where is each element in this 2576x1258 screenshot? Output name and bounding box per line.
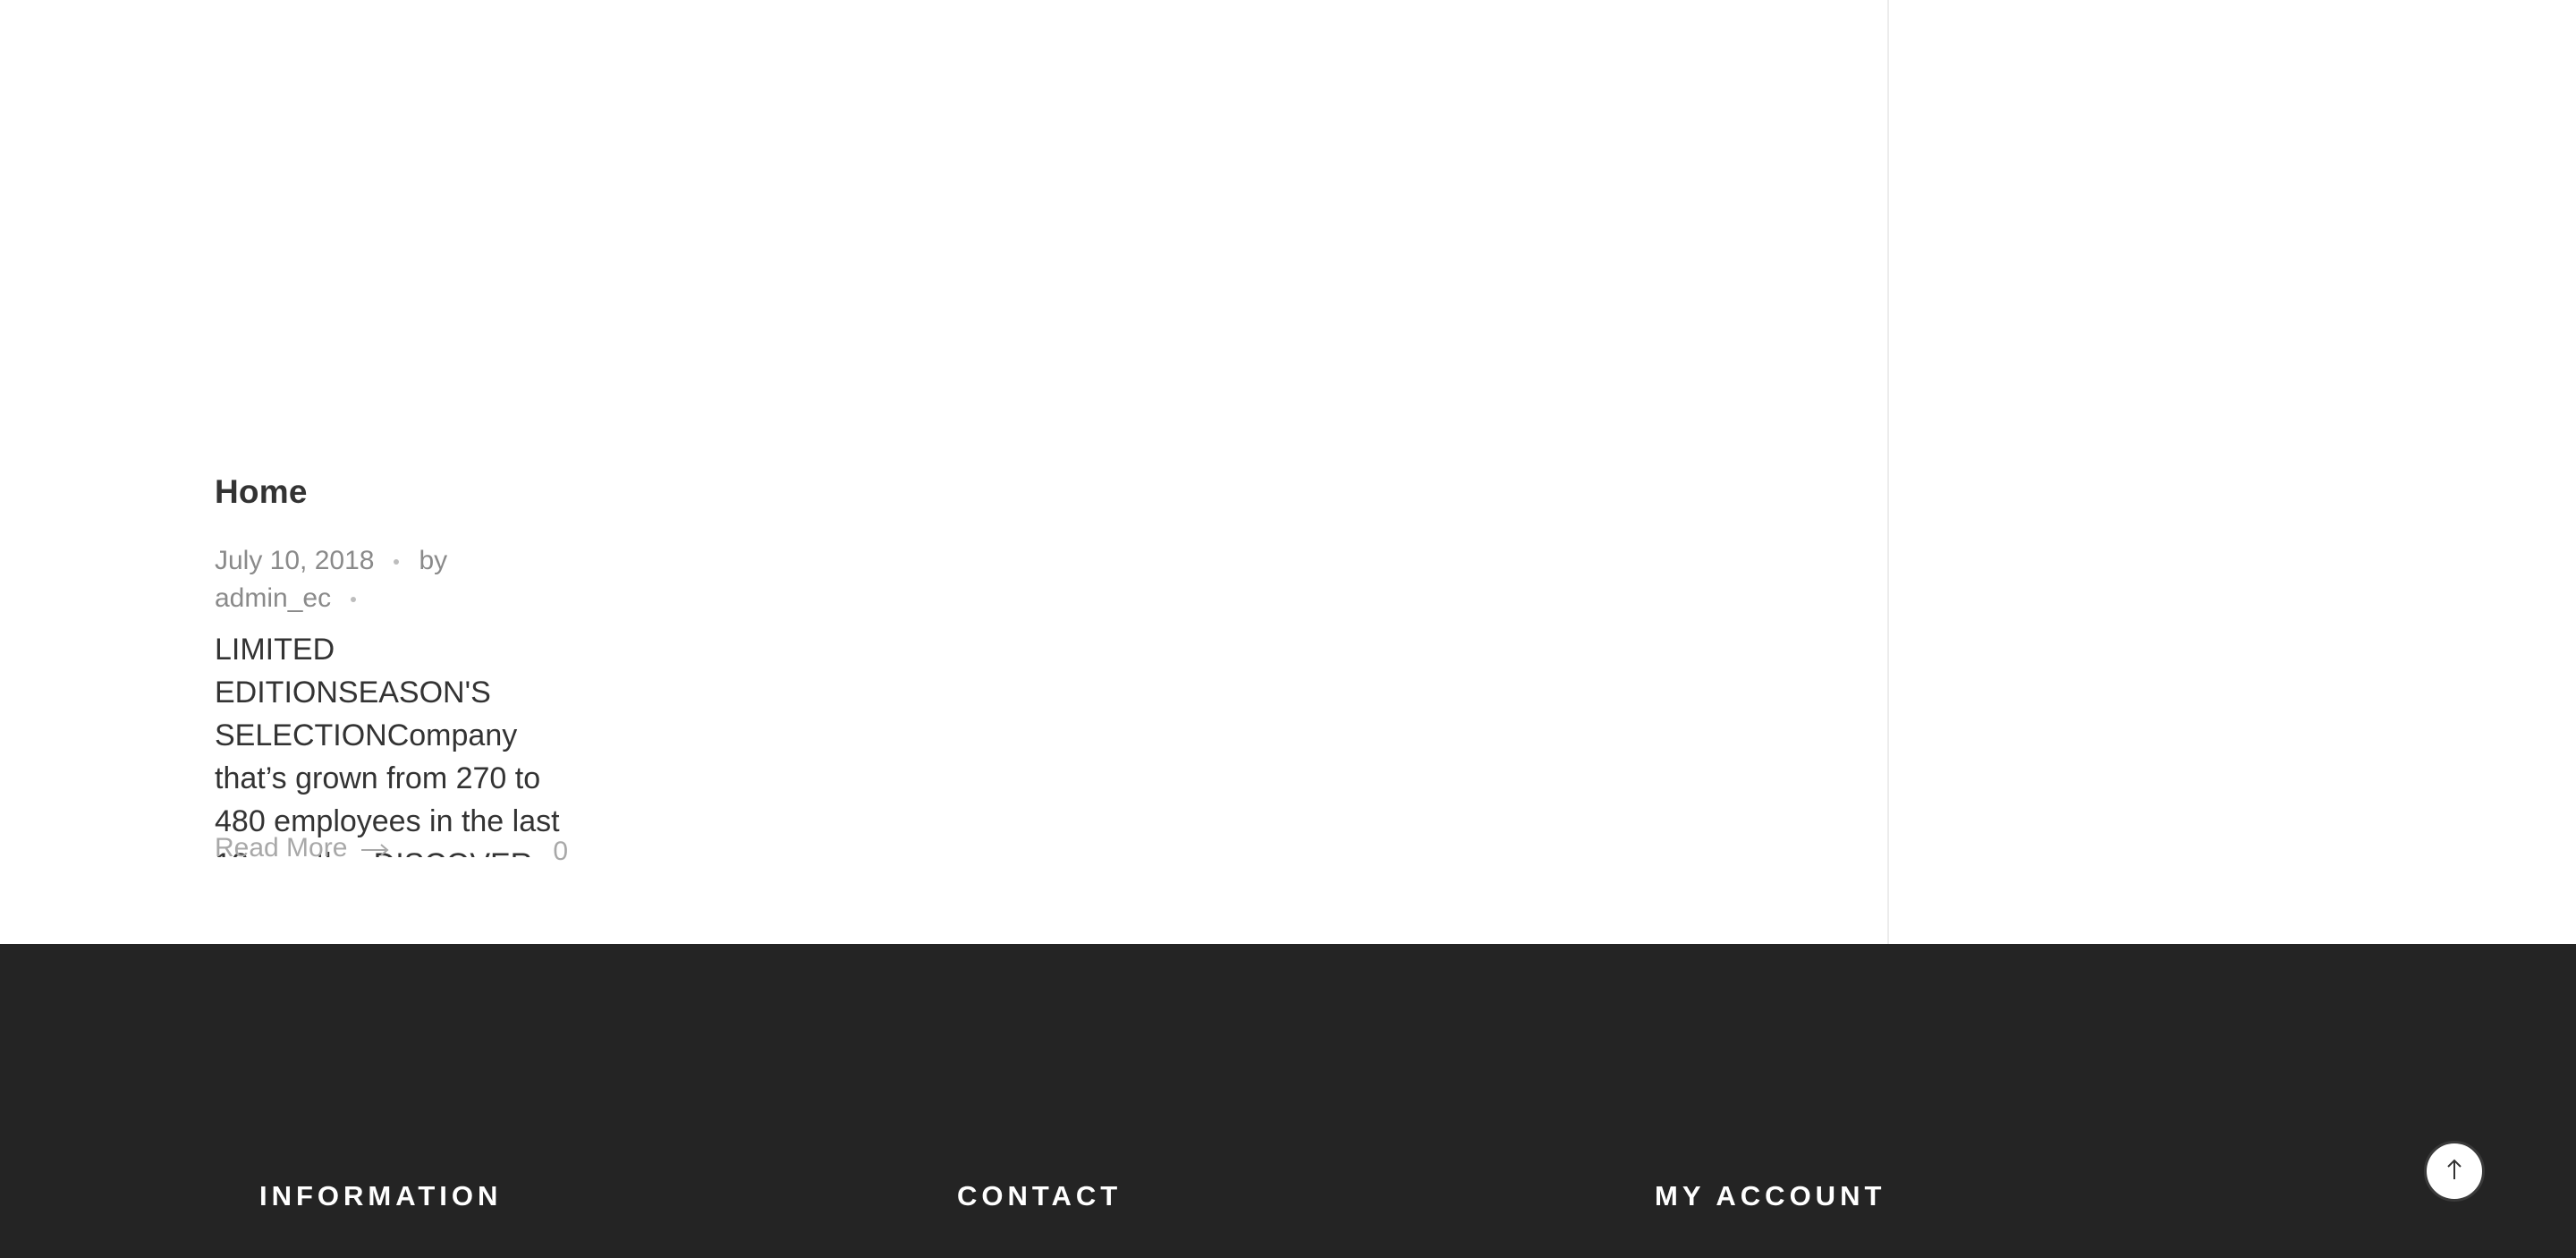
meta-separator-dot xyxy=(351,597,357,603)
footer-heading-information: INFORMATION xyxy=(259,1180,503,1211)
read-more-label: Read More xyxy=(215,833,348,863)
site-footer: INFORMATION CONTACT MY ACCOUNT xyxy=(0,944,2576,1258)
post-date[interactable]: July 10, 2018 xyxy=(215,546,374,575)
footer-heading-my-account: MY ACCOUNT xyxy=(1655,1180,1886,1211)
arrow-right-icon xyxy=(360,831,390,867)
read-more-link[interactable]: Read More xyxy=(215,830,390,867)
blog-post-card: Home July 10, 2018 by admin_ec LIMITED ED… xyxy=(215,465,581,870)
post-by-label: by xyxy=(419,546,448,575)
main-content: Home July 10, 2018 by admin_ec LIMITED ED… xyxy=(0,0,2576,944)
meta-separator-dot xyxy=(394,559,400,565)
scroll-to-top-button[interactable] xyxy=(2424,1141,2485,1202)
page: Home July 10, 2018 by admin_ec LIMITED ED… xyxy=(0,0,2576,1258)
post-excerpt: LIMITED EDITIONSEASON'S SELECTIONCompany… xyxy=(215,633,560,857)
comment-count[interactable]: 0 xyxy=(553,834,568,870)
post-footer: Read More 0 xyxy=(215,830,568,870)
post-meta: July 10, 2018 by admin_ec xyxy=(215,542,483,617)
post-author[interactable]: admin_ec xyxy=(215,583,331,613)
post-title[interactable]: Home xyxy=(215,465,581,519)
footer-heading-contact: CONTACT xyxy=(957,1180,1123,1211)
sidebar-divider xyxy=(1887,0,1889,944)
arrow-up-icon xyxy=(2445,1157,2464,1186)
